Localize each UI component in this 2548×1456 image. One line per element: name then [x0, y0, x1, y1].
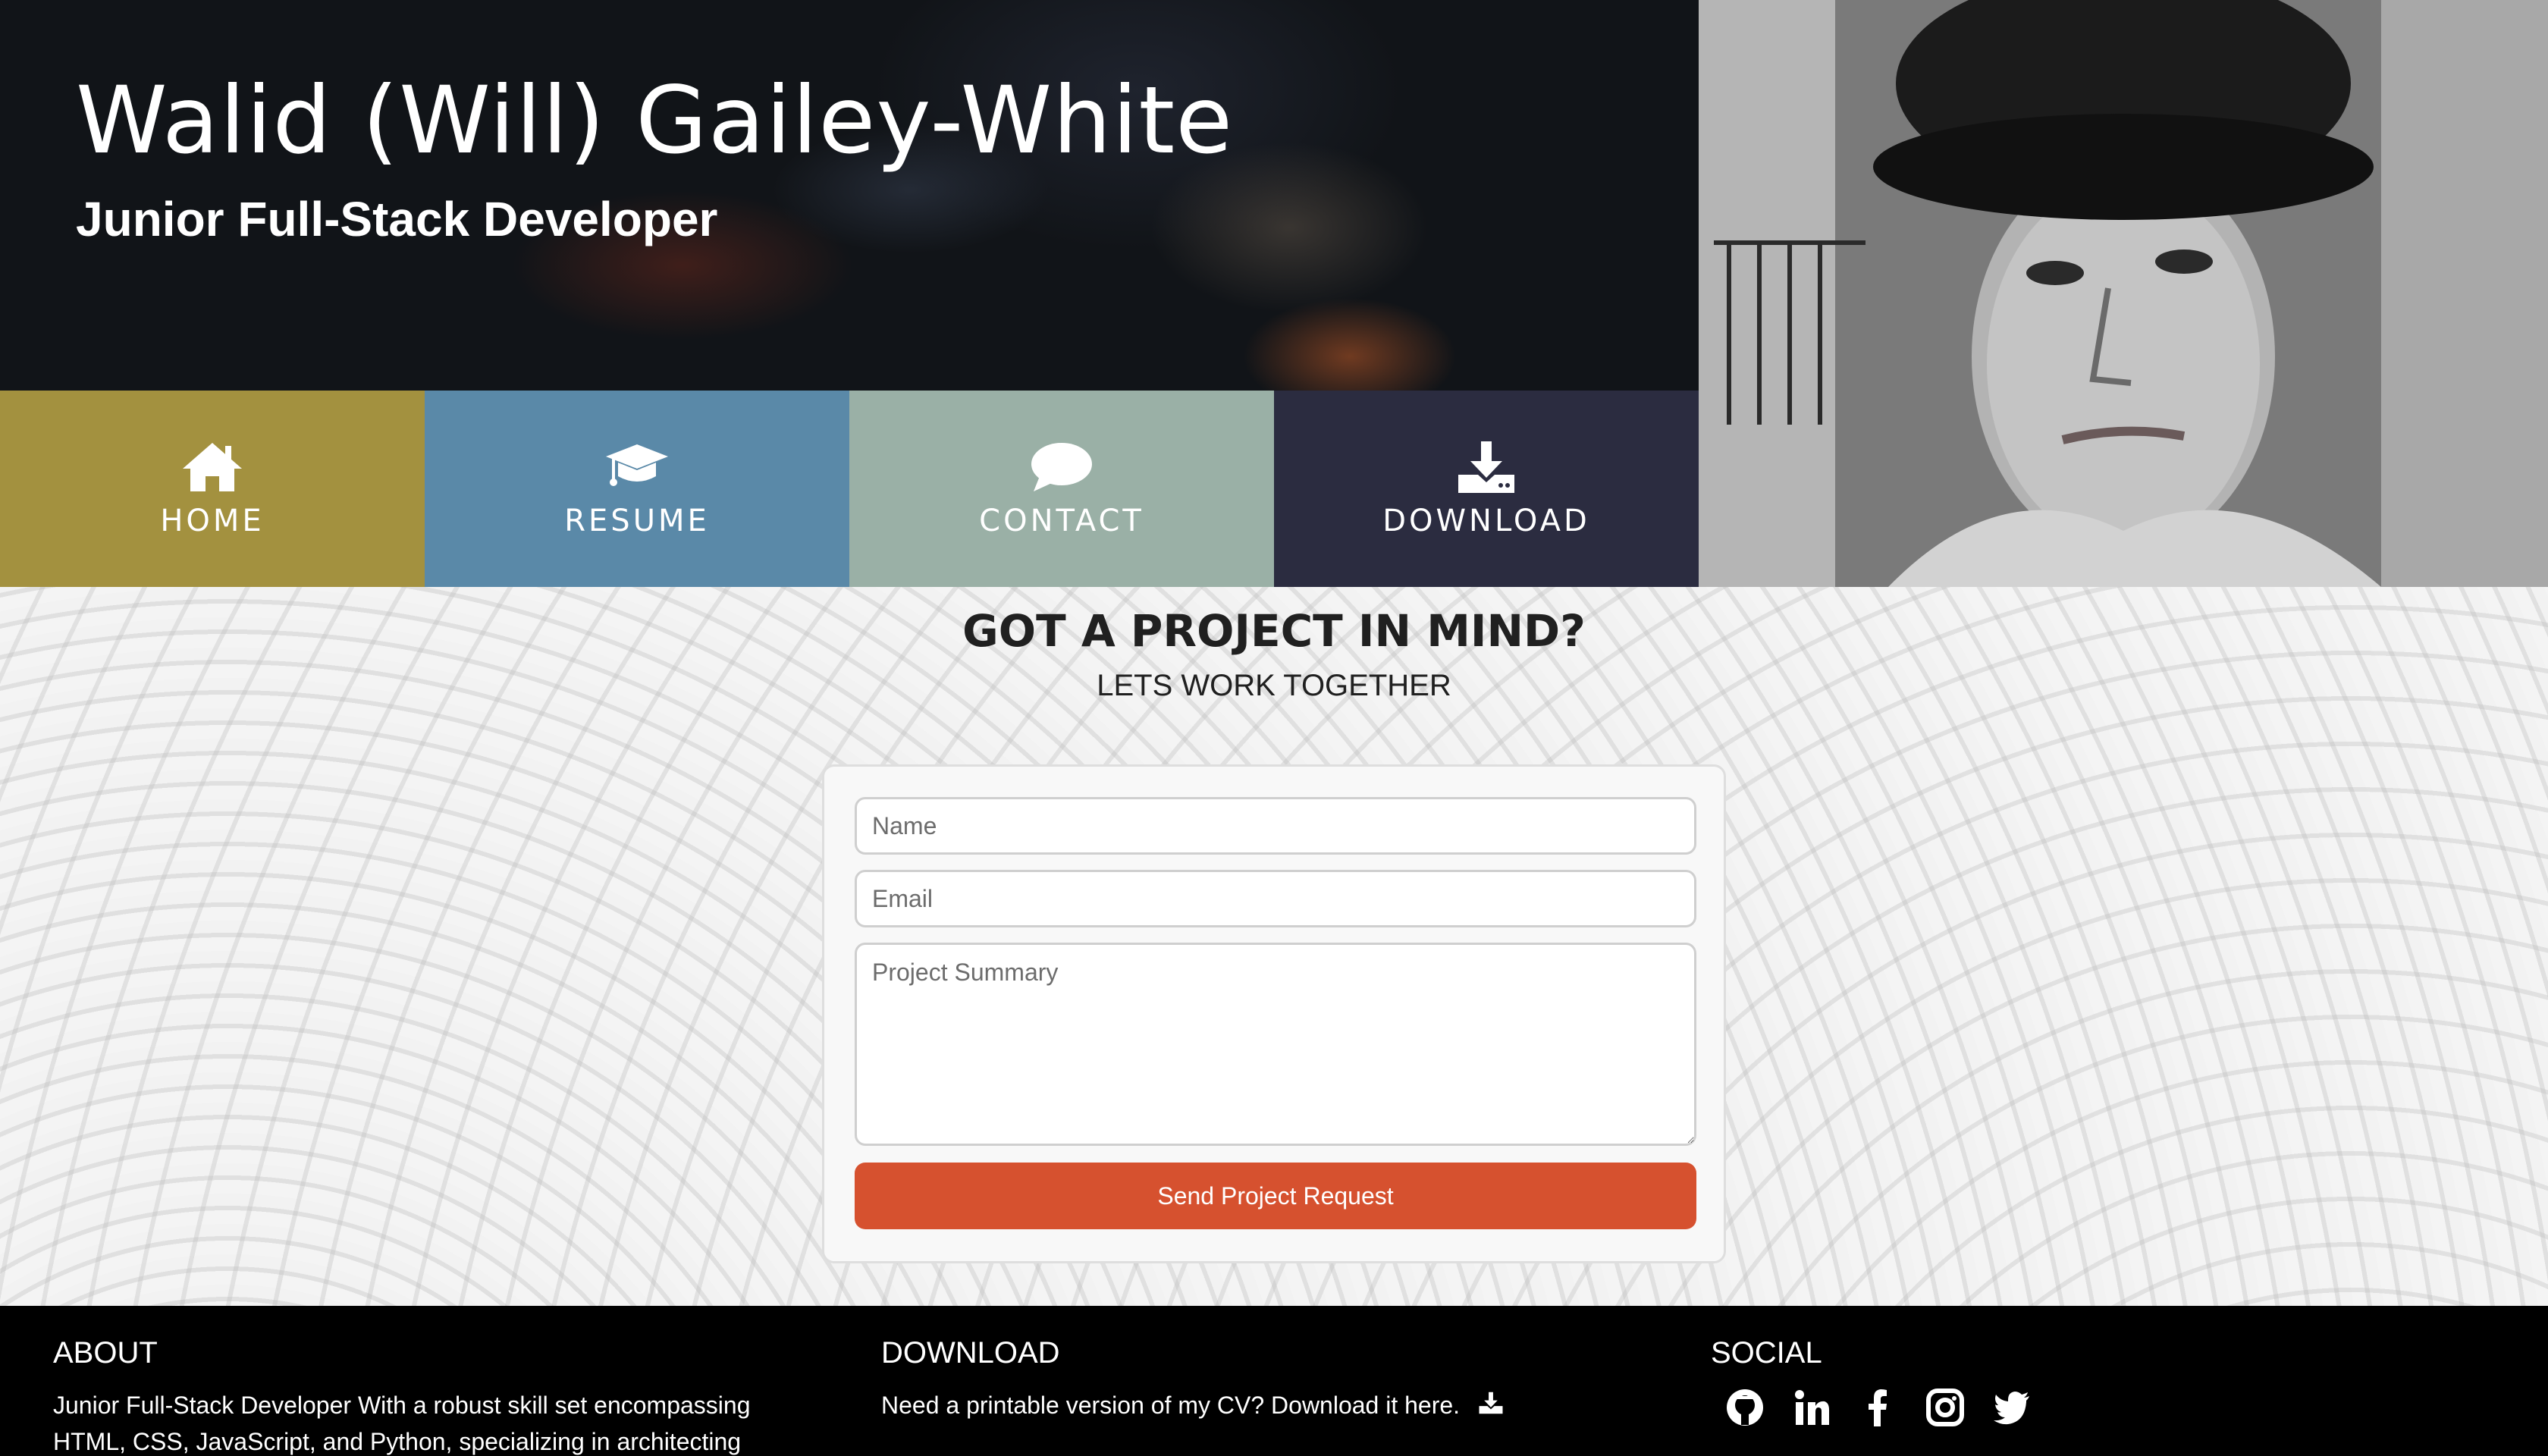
footer-social: SOCIAL [1711, 1336, 2393, 1428]
main-nav: HOME RESUME CONTACT DOWNLOAD [0, 391, 1699, 587]
contact-form: Send Project Request [822, 764, 1726, 1263]
contact-section: GOT A PROJECT IN MIND? LETS WORK TOGETHE… [0, 587, 2548, 1306]
nav-download-label: DOWNLOAD [1382, 503, 1590, 538]
about-text: Junior Full-Stack Developer With a robus… [53, 1392, 751, 1455]
send-project-request-button[interactable]: Send Project Request [855, 1163, 1696, 1229]
project-summary-textarea[interactable] [855, 943, 1696, 1146]
twitter-icon[interactable] [1991, 1387, 2032, 1428]
about-title: ABOUT [53, 1336, 158, 1370]
nav-home[interactable]: HOME [0, 391, 425, 587]
download-text-row: Need a printable version of my CV? Downl… [881, 1387, 1564, 1423]
home-icon [183, 442, 242, 491]
name-input[interactable] [855, 797, 1696, 855]
graduation-cap-icon [606, 444, 668, 486]
footer-download: DOWNLOAD Need a printable version of my … [881, 1336, 1564, 1423]
download-cv-icon[interactable] [1477, 1389, 1505, 1417]
download-icon [1458, 441, 1514, 493]
linkedin-icon[interactable] [1791, 1387, 1832, 1428]
social-links [1724, 1387, 2393, 1428]
contact-heading: GOT A PROJECT IN MIND? [962, 605, 1586, 657]
nav-home-label: HOME [160, 503, 265, 538]
contact-subheading: LETS WORK TOGETHER [1097, 669, 1451, 702]
hero-name: Walid (Will) Gailey-White [76, 67, 1234, 174]
social-title: SOCIAL [1711, 1336, 1822, 1370]
nav-contact[interactable]: CONTACT [849, 391, 1274, 587]
nav-download[interactable]: DOWNLOAD [1274, 391, 1699, 587]
hero-role: Junior Full-Stack Developer [76, 192, 718, 246]
nav-resume[interactable]: RESUME [425, 391, 849, 587]
speech-bubble-icon [1031, 442, 1092, 491]
facebook-icon[interactable] [1858, 1387, 1899, 1428]
instagram-icon[interactable] [1925, 1387, 1966, 1428]
hero-banner: Walid (Will) Gailey-White Junior Full-St… [0, 0, 1699, 391]
profile-photo [1699, 0, 2548, 587]
nav-contact-label: CONTACT [979, 503, 1144, 538]
footer-about: ABOUT Junior Full-Stack Developer With a… [53, 1336, 811, 1456]
footer: ABOUT Junior Full-Stack Developer With a… [0, 1306, 2548, 1456]
download-title: DOWNLOAD [881, 1336, 1060, 1370]
github-icon[interactable] [1724, 1387, 1765, 1428]
download-text: Need a printable version of my CV? Downl… [881, 1392, 1461, 1419]
email-input[interactable] [855, 870, 1696, 927]
nav-resume-label: RESUME [564, 503, 710, 538]
